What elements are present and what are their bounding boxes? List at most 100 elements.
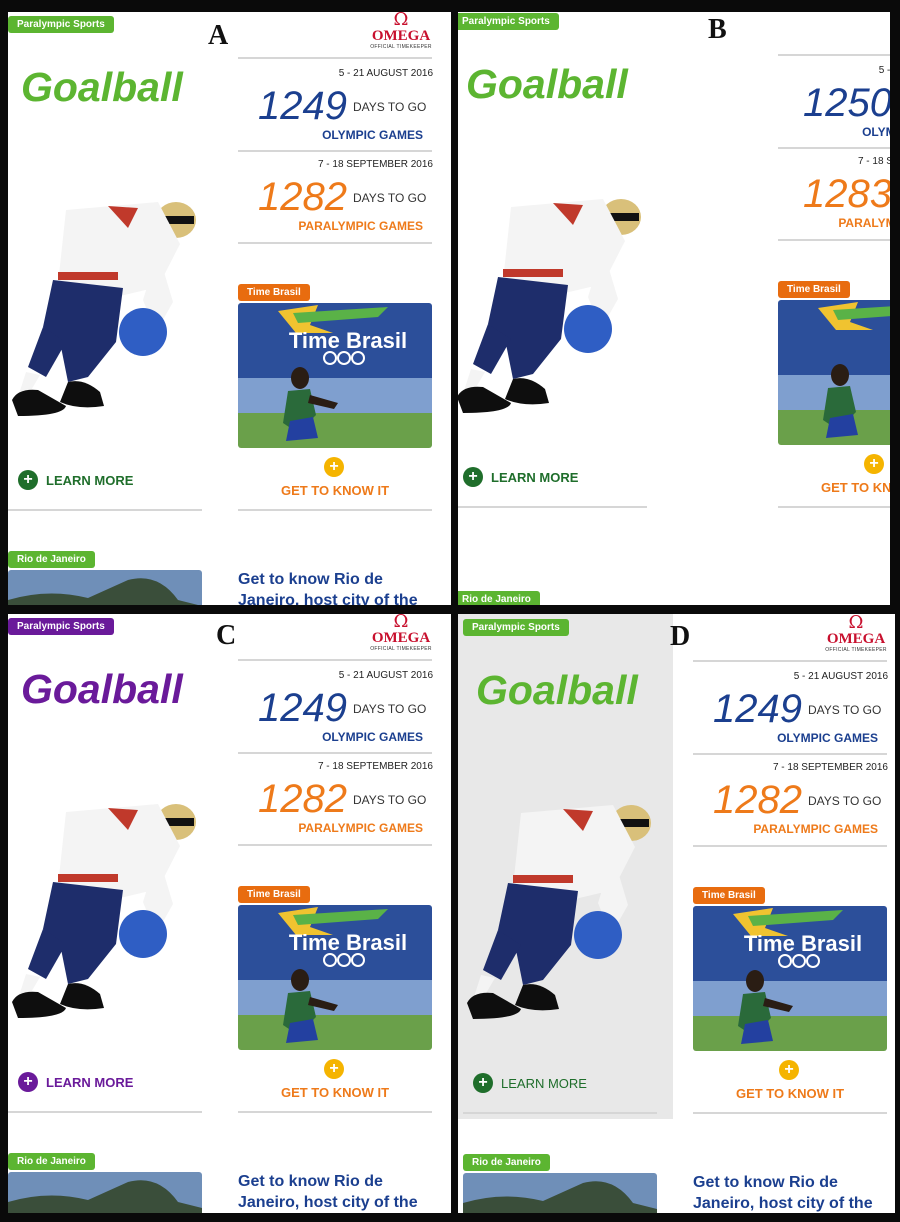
- olympic-date: 5 - 21 AUGUST 2016: [338, 68, 433, 79]
- divider: [778, 147, 890, 149]
- divider: [238, 659, 432, 661]
- divider: [693, 845, 887, 847]
- paralympic-days-to-go-label: DAYS TO GO: [353, 191, 427, 205]
- divider: [693, 660, 887, 662]
- rio-photo[interactable]: [463, 1173, 657, 1213]
- get-to-know-plus-icon[interactable]: +: [324, 1059, 344, 1079]
- paralympic-date: 7 - 18 SEPTEMBER 2016: [857, 156, 890, 167]
- divider: [693, 1112, 887, 1114]
- learn-more-label: LEARN MORE: [46, 472, 134, 488]
- paralympic-sports-tag[interactable]: Paralympic Sports: [458, 13, 559, 30]
- olympic-countdown: 1249: [258, 686, 347, 730]
- time-brasil-tag[interactable]: Time Brasil: [238, 886, 310, 903]
- brasil-banner-text: Time Brasil: [744, 931, 862, 956]
- plus-icon: +: [473, 1073, 493, 1093]
- time-brasil-photo[interactable]: Time Brasil: [238, 905, 432, 1050]
- divider: [238, 752, 432, 754]
- divider: [8, 509, 202, 511]
- olympic-days-to-go-label: DAYS TO GO: [808, 703, 882, 717]
- page-title: Goalball: [476, 667, 638, 713]
- divider: [238, 844, 432, 846]
- divider: [463, 1112, 657, 1114]
- get-to-know-plus-icon[interactable]: +: [864, 454, 884, 474]
- olympic-games-link[interactable]: OLYMPIC GAMES: [778, 125, 890, 139]
- divider: [778, 506, 890, 508]
- divider: [238, 1111, 432, 1113]
- olympic-days-to-go-label: DAYS TO GO: [353, 702, 427, 716]
- variant-label-b: B: [708, 14, 727, 45]
- time-brasil-photo[interactable]: Time Brasil: [693, 906, 887, 1051]
- paralympic-sports-tag[interactable]: Paralympic Sports: [463, 619, 569, 636]
- paralympic-date: 7 - 18 SEPTEMBER 2016: [317, 159, 433, 170]
- brasil-banner-text: Time Brasil: [289, 328, 407, 353]
- olympic-date: 5 - 21 AUGUST 2016: [793, 671, 888, 682]
- learn-more-label: LEARN MORE: [46, 1074, 134, 1090]
- olympic-countdown: 1249: [258, 84, 347, 128]
- variant-label-c: C: [216, 620, 237, 651]
- plus-icon: +: [18, 470, 38, 490]
- learn-more-button[interactable]: + LEARN MORE: [18, 470, 133, 490]
- olympic-date: 5 - 21 AUGUST 2016: [338, 670, 433, 681]
- paralympic-games-link[interactable]: PARALYMPIC GAMES: [238, 821, 423, 835]
- paralympic-games-link[interactable]: PARALYMPIC GAMES: [693, 822, 878, 836]
- paralympic-games-link[interactable]: PARALYMPIC GAMES: [238, 219, 423, 233]
- omega-logo: Ω OMEGA OFFICIAL TIMEKEEPER: [370, 12, 432, 50]
- learn-more-button[interactable]: + LEARN MORE: [473, 1073, 587, 1093]
- learn-more-button[interactable]: + LEARN MORE: [18, 1072, 133, 1092]
- divider: [238, 150, 432, 152]
- time-brasil-tag[interactable]: Time Brasil: [778, 281, 850, 298]
- paralympic-sports-tag[interactable]: Paralympic Sports: [8, 16, 114, 33]
- rio-de-janeiro-tag[interactable]: Rio de Janeiro: [458, 591, 540, 605]
- divider: [693, 753, 887, 755]
- goalball-player-image: [467, 805, 651, 1019]
- get-to-know-plus-icon[interactable]: +: [779, 1060, 799, 1080]
- olympic-games-link[interactable]: OLYMPIC GAMES: [238, 730, 423, 744]
- get-to-know-plus-icon[interactable]: +: [324, 457, 344, 477]
- divider: [238, 242, 432, 244]
- variant-a-screen: A Paralympic Sports Goalball Ω OMEGA OFF…: [8, 12, 451, 605]
- rio-de-janeiro-tag[interactable]: Rio de Janeiro: [8, 1153, 95, 1170]
- rio-headline[interactable]: Get to know Rio de Janeiro, host city of…: [238, 1171, 448, 1213]
- variant-b-screen: B Paralympic Sports Goalball 5 - 21 AUGU…: [458, 12, 890, 605]
- time-brasil-photo[interactable]: [778, 300, 890, 445]
- goalball-player-image: [12, 202, 196, 416]
- olympic-days-to-go-label: DAYS TO GO: [353, 100, 427, 114]
- divider: [238, 57, 432, 59]
- paralympic-days-to-go-label: DAYS TO GO: [353, 793, 427, 807]
- learn-more-button[interactable]: + LEARN MORE: [463, 467, 578, 487]
- divider: [238, 509, 432, 511]
- rio-headline[interactable]: Get to know Rio de Janeiro, host city of…: [693, 1172, 895, 1213]
- paralympic-countdown: 1282: [258, 777, 347, 821]
- paralympic-sports-tag[interactable]: Paralympic Sports: [8, 618, 114, 635]
- get-to-know-it-link[interactable]: GET TO KNOW IT: [238, 1085, 432, 1100]
- plus-icon: +: [463, 467, 483, 487]
- divider: [458, 506, 647, 508]
- paralympic-countdown: 1282: [713, 778, 802, 822]
- olympic-games-link[interactable]: OLYMPIC GAMES: [238, 128, 423, 142]
- time-brasil-tag[interactable]: Time Brasil: [693, 887, 765, 904]
- olympic-countdown: 1249: [713, 687, 802, 731]
- rio-de-janeiro-tag[interactable]: Rio de Janeiro: [463, 1154, 550, 1171]
- rio-photo[interactable]: [8, 570, 202, 605]
- variant-label-a: A: [208, 20, 229, 51]
- time-brasil-photo[interactable]: Time Brasil: [238, 303, 432, 448]
- rio-photo[interactable]: [8, 1172, 202, 1213]
- olympic-games-link[interactable]: OLYMPIC GAMES: [693, 731, 878, 745]
- paralympic-days-to-go-label: DAYS TO GO: [808, 794, 882, 808]
- variant-d-screen: D Paralympic Sports Goalball Ω OMEGA OFF…: [458, 614, 895, 1213]
- get-to-know-it-link[interactable]: GET TO KNOW IT: [238, 483, 432, 498]
- variant-c-screen: C Paralympic Sports Goalball Ω OMEGA OFF…: [8, 614, 451, 1213]
- paralympic-games-link[interactable]: PARALYMPIC GAMES: [778, 216, 890, 230]
- variant-label-d: D: [670, 621, 691, 652]
- learn-more-label: LEARN MORE: [491, 469, 579, 485]
- omega-logo: Ω OMEGA OFFICIAL TIMEKEEPER: [370, 614, 432, 652]
- paralympic-countdown: 1282: [258, 175, 347, 219]
- time-brasil-tag[interactable]: Time Brasil: [238, 284, 310, 301]
- rio-de-janeiro-tag[interactable]: Rio de Janeiro: [8, 551, 95, 568]
- paralympic-countdown: 1283: [803, 172, 890, 216]
- divider: [8, 1111, 202, 1113]
- rio-headline[interactable]: Get to know Rio de Janeiro, host city of…: [238, 569, 448, 605]
- get-to-know-it-link[interactable]: GET TO KNOW IT: [778, 480, 890, 495]
- get-to-know-it-link[interactable]: GET TO KNOW IT: [693, 1086, 887, 1101]
- brasil-banner-text: Time Brasil: [289, 930, 407, 955]
